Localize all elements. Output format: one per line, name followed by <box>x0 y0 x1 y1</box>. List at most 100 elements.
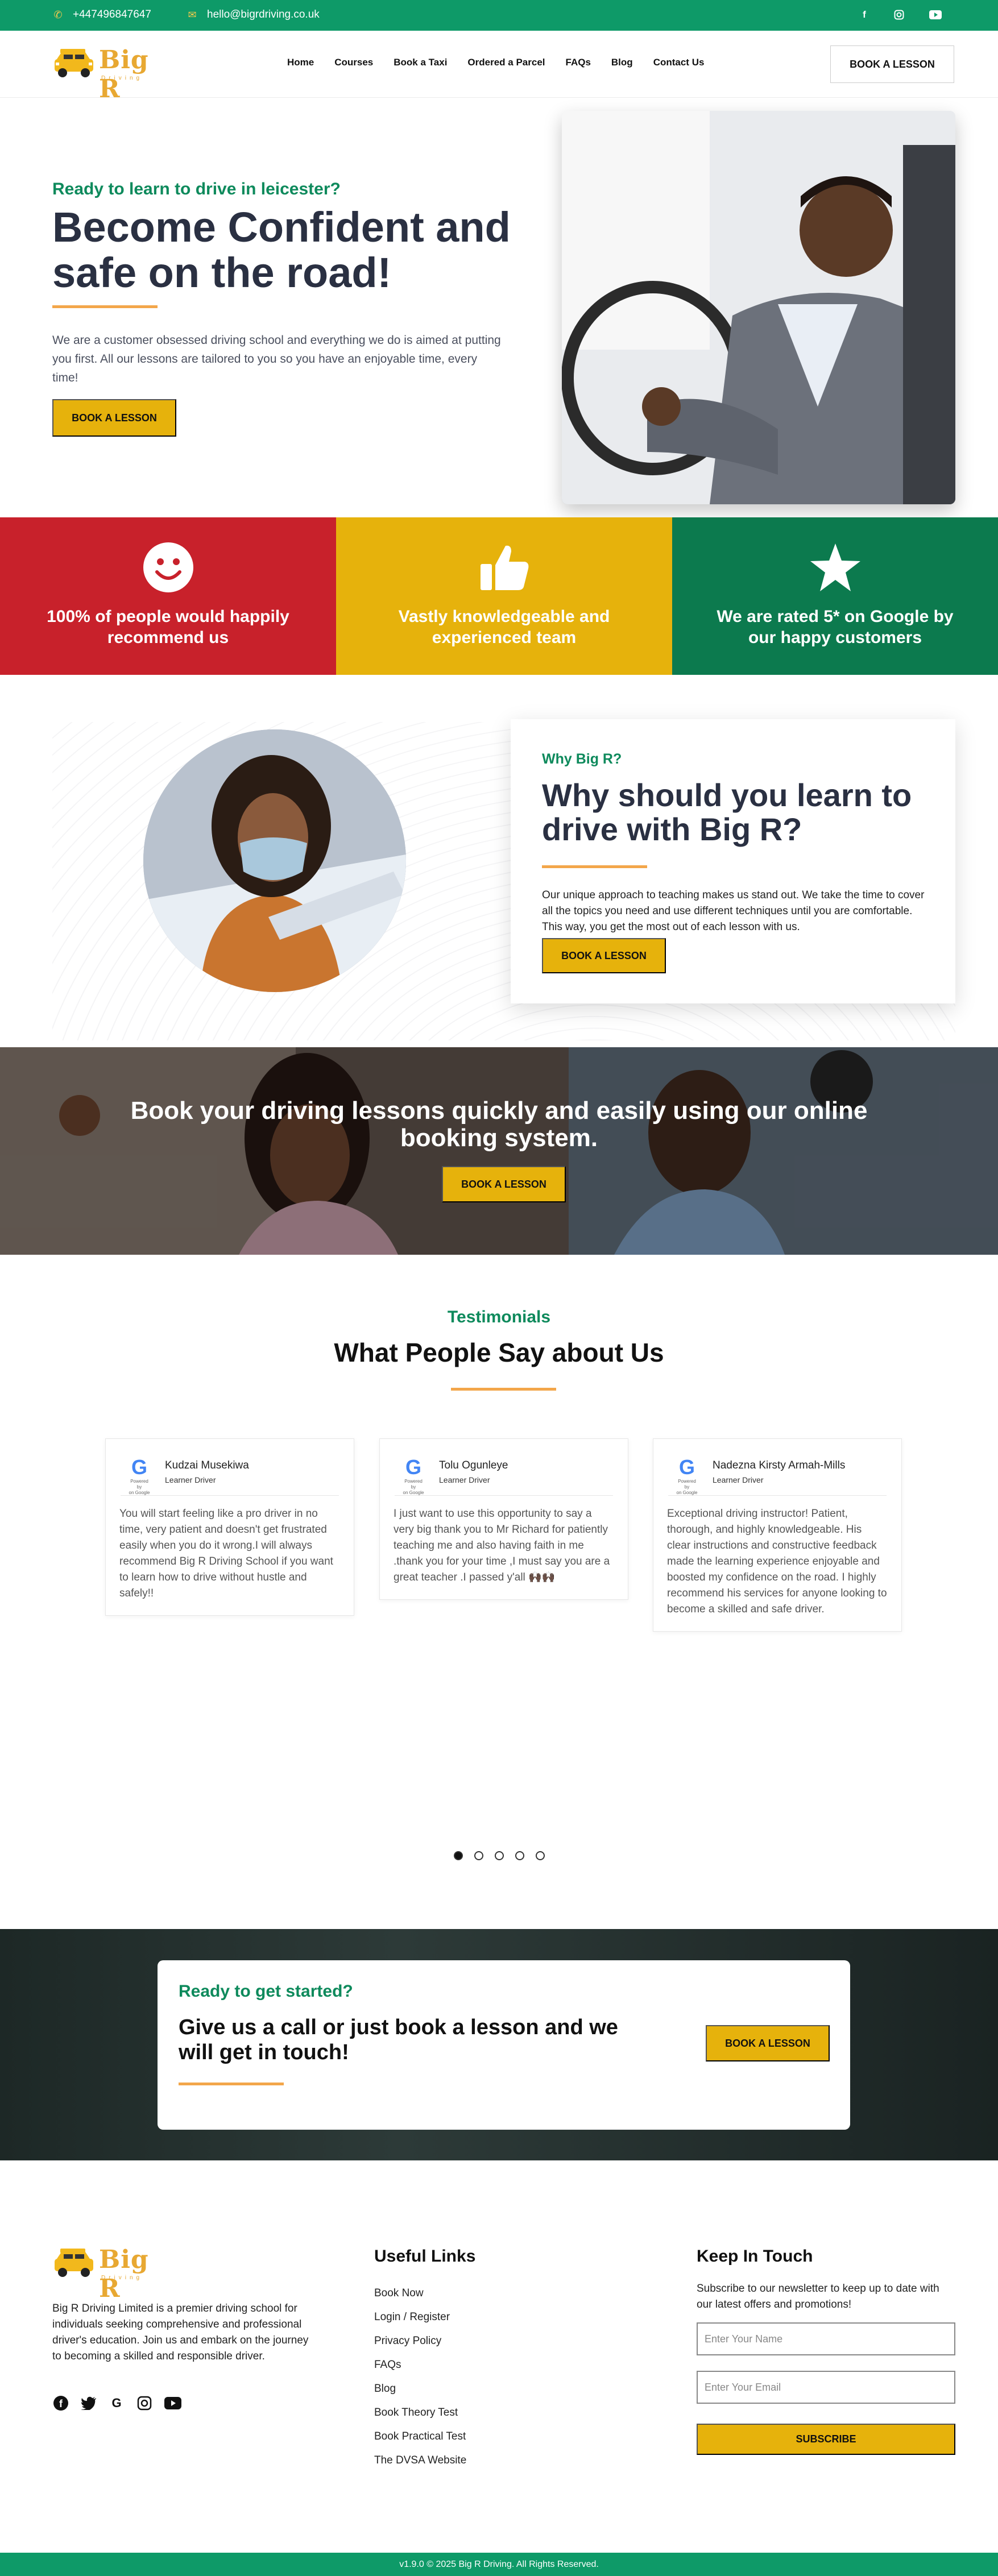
reviewer-role: Learner Driver <box>713 1475 764 1484</box>
google-icon[interactable]: G <box>108 2395 125 2412</box>
phone-icon: ✆ <box>53 9 63 20</box>
hero-accent-line <box>52 305 158 308</box>
cta-eyebrow: Ready to get started? <box>179 1982 353 2001</box>
carousel-dot[interactable] <box>515 1851 524 1860</box>
hero-driver-photo <box>562 111 955 504</box>
feature-team: Vastly knowledgeable and experienced tea… <box>336 517 672 675</box>
footer-about: Big R Driving Limited is a premier drivi… <box>52 2303 309 2362</box>
logo-brand: Big R <box>99 45 149 103</box>
feature-recommend: 100% of people would happily recommend u… <box>0 517 336 675</box>
why-title: Why should you learn to drive with Big R… <box>542 777 912 847</box>
header-book-lesson-button[interactable]: BOOK A LESSON <box>830 45 954 83</box>
testimonials-title: What People Say about Us <box>334 1338 664 1367</box>
taxi-logo-icon <box>55 49 93 77</box>
facebook-icon[interactable]: f <box>857 7 872 22</box>
carousel-dots <box>0 1851 998 1860</box>
why-text: Our unique approach to teaching makes us… <box>542 889 925 933</box>
instagram-icon[interactable] <box>136 2395 153 2412</box>
feature-recommend-text: 100% of people would happily recommend u… <box>47 607 289 647</box>
google-icon: G Powered by on Google <box>403 1455 424 1496</box>
carousel-dot[interactable] <box>494 1851 504 1860</box>
review-text: Exceptional driving instructor! Patient,… <box>667 1508 887 1615</box>
subscribe-button[interactable]: SUBSCRIBE <box>697 2424 955 2455</box>
review-text: I just want to use this opportunity to s… <box>394 1508 610 1583</box>
hero-book-lesson-button[interactable]: BOOK A LESSON <box>52 399 176 437</box>
footer-link-practical-test[interactable]: Book Practical Test <box>374 2425 466 2449</box>
cta-accent-line <box>179 2083 284 2085</box>
phone-contact[interactable]: ✆ +447496847647 <box>52 9 151 21</box>
testimonials-accent-line <box>451 1388 556 1391</box>
cta-card: Ready to get started? Give us a call or … <box>158 1960 850 2130</box>
footer-logo[interactable]: Big R Driving <box>52 2243 166 2303</box>
review-text: You will start feeling like a pro driver… <box>119 1508 333 1599</box>
carousel-dot[interactable] <box>474 1851 483 1860</box>
email-icon: ✉ <box>188 9 197 20</box>
thumbs-up-icon <box>480 545 528 590</box>
youtube-icon[interactable] <box>928 7 943 22</box>
copyright-bar: v1.9.0 © 2025 Big R Driving. All Rights … <box>0 2553 998 2576</box>
top-bar: ✆ +447496847647 ✉ hello@bigrdriving.co.u… <box>0 0 998 31</box>
email-address[interactable]: hello@bigrdriving.co.uk <box>207 9 320 21</box>
testimonial-card: G Powered by on Google Tolu Ogunleye Lea… <box>379 1438 628 1600</box>
why-eyebrow: Why Big R? <box>542 751 622 767</box>
why-card: Why Big R? Why should you learn to drive… <box>511 719 955 1003</box>
testimonial-card: G Powered by on Google Nadezna Kirsty Ar… <box>653 1438 902 1632</box>
booking-banner: Book your driving lessons quickly and ea… <box>0 1047 998 1255</box>
feature-rated-text: We are rated 5* on Google by our happy c… <box>717 607 954 647</box>
nav-ordered-parcel[interactable]: Ordered a Parcel <box>467 57 545 68</box>
newsletter-name-input[interactable]: Enter Your Name <box>697 2322 955 2355</box>
logo-brand: Big R <box>99 2245 149 2303</box>
smiley-icon <box>143 542 193 592</box>
reviewer-name: Nadezna Kirsty Armah-Mills <box>713 1459 846 1471</box>
twitter-icon[interactable] <box>80 2395 97 2412</box>
email-contact[interactable]: ✉ hello@bigrdriving.co.uk <box>187 9 320 21</box>
feature-team-text: Vastly knowledgeable and experienced tea… <box>398 607 610 647</box>
banner-book-lesson-button[interactable]: BOOK A LESSON <box>442 1166 566 1202</box>
site-header: Big R Driving Home Courses Book a Taxi O… <box>0 31 998 103</box>
svg-text:f: f <box>59 2398 63 2409</box>
footer-links: Book Now Login / Register Privacy Policy… <box>374 2282 466 2473</box>
nav-courses[interactable]: Courses <box>334 57 373 68</box>
youtube-icon[interactable] <box>164 2395 181 2412</box>
logo-tagline: Driving <box>101 2275 143 2281</box>
nav-book-taxi[interactable]: Book a Taxi <box>394 57 447 68</box>
newsletter-text: Subscribe to our newsletter to keep up t… <box>697 2283 939 2310</box>
hero-eyebrow: Ready to learn to drive in leicester? <box>52 180 341 198</box>
reviewer-name: Kudzai Musekiwa <box>165 1459 249 1471</box>
site-logo[interactable]: Big R Driving <box>52 43 166 103</box>
carousel-dot[interactable] <box>535 1851 545 1860</box>
nav-home[interactable]: Home <box>287 57 314 68</box>
reviewer-name: Tolu Ogunleye <box>439 1459 508 1471</box>
footer-link-login-register[interactable]: Login / Register <box>374 2305 466 2329</box>
testimonial-card: G Powered by on Google Kudzai Musekiwa L… <box>105 1438 354 1616</box>
reviewer-role: Learner Driver <box>165 1475 216 1484</box>
logo-tagline: Driving <box>101 75 143 81</box>
cta-title: Give us a call or just book a lesson and… <box>179 2015 618 2064</box>
nav-blog[interactable]: Blog <box>611 57 633 68</box>
why-masked-driver-photo <box>143 729 406 992</box>
cta-book-lesson-button[interactable]: BOOK A LESSON <box>706 2025 830 2061</box>
phone-number[interactable]: +447496847647 <box>73 9 151 21</box>
nav-contact-us[interactable]: Contact Us <box>653 57 705 68</box>
why-accent-line <box>542 865 647 868</box>
footer-link-theory-test[interactable]: Book Theory Test <box>374 2401 466 2425</box>
hero-title: Become Confident and safe on the road! <box>52 204 511 296</box>
hero-text: We are a customer obsessed driving schoo… <box>52 334 501 384</box>
facebook-icon[interactable]: f <box>52 2395 69 2412</box>
footer-link-privacy-policy[interactable]: Privacy Policy <box>374 2329 466 2353</box>
instagram-icon[interactable] <box>892 7 906 22</box>
banner-title: Book your driving lessons quickly and ea… <box>130 1097 868 1152</box>
footer-links-title: Useful Links <box>374 2247 476 2266</box>
star-icon <box>810 544 860 591</box>
footer-link-blog[interactable]: Blog <box>374 2377 466 2401</box>
why-book-lesson-button[interactable]: BOOK A LESSON <box>542 938 666 973</box>
footer-link-dvsa[interactable]: The DVSA Website <box>374 2449 466 2473</box>
main-nav: Home Courses Book a Taxi Ordered a Parce… <box>287 57 704 68</box>
nav-faqs[interactable]: FAQs <box>566 57 591 68</box>
footer-link-faqs[interactable]: FAQs <box>374 2353 466 2377</box>
carousel-dot[interactable] <box>453 1851 463 1860</box>
footer-link-book-now[interactable]: Book Now <box>374 2282 466 2305</box>
newsletter-email-input[interactable]: Enter Your Email <box>697 2371 955 2404</box>
footer-keep-title: Keep In Touch <box>697 2247 813 2266</box>
feature-rated: We are rated 5* on Google by our happy c… <box>672 517 998 675</box>
